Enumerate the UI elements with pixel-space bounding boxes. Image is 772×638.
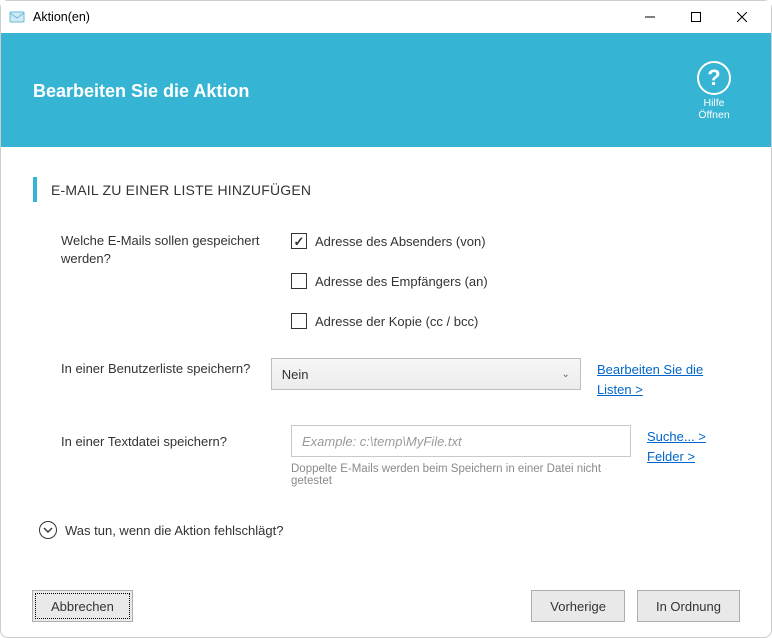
help-label-2: Öffnen [697, 109, 731, 121]
section-heading: E-MAIL ZU EINER LISTE HINZUFÜGEN [33, 177, 739, 202]
checkbox-copy-label: Adresse der Kopie (cc / bcc) [315, 314, 478, 329]
chevron-down-icon: ⌄ [562, 369, 570, 380]
checkbox-copy[interactable]: Adresse der Kopie (cc / bcc) [291, 310, 631, 332]
help-label-1: Hilfe [697, 97, 731, 109]
edit-lists-link[interactable]: Bearbeiten Sie die Listen > [597, 360, 739, 399]
failure-expander-label: Was tun, wenn die Aktion fehlschlägt? [65, 523, 283, 538]
textfile-label: In einer Textdatei speichern? [61, 425, 291, 451]
close-button[interactable] [719, 1, 765, 33]
window-title: Aktion(en) [33, 10, 627, 24]
checkbox-sender-label: Adresse des Absenders (von) [315, 234, 486, 249]
chevron-down-icon [39, 521, 57, 539]
checkbox-icon [291, 273, 307, 289]
fields-link[interactable]: Felder > [647, 447, 706, 467]
header-banner: Bearbeiten Sie die Aktion ? Hilfe Öffnen [1, 33, 771, 147]
userlist-value: Nein [282, 367, 309, 382]
checkbox-recipient[interactable]: Adresse des Empfängers (an) [291, 270, 631, 292]
search-link[interactable]: Suche... > [647, 427, 706, 447]
app-icon [9, 9, 25, 25]
minimize-button[interactable] [627, 1, 673, 33]
cancel-button[interactable]: Abbrechen [32, 590, 133, 622]
userlist-label: In einer Benutzerliste speichern? [61, 358, 271, 378]
emails-label: Welche E-Mails sollen gespeichert werden… [61, 230, 291, 267]
failure-expander[interactable]: Was tun, wenn die Aktion fehlschlägt? [39, 521, 739, 539]
checkbox-icon [291, 233, 307, 249]
page-title: Bearbeiten Sie die Aktion [33, 81, 249, 102]
userlist-select[interactable]: Nein ⌄ [271, 358, 581, 390]
section-accent-bar [33, 177, 37, 202]
help-button[interactable]: ? Hilfe Öffnen [697, 61, 731, 121]
content: E-MAIL ZU EINER LISTE HINZUFÜGEN Welche … [1, 147, 771, 539]
textfile-hint: Doppelte E-Mails werden beim Speichern i… [291, 463, 631, 487]
checkbox-sender[interactable]: Adresse des Absenders (von) [291, 230, 631, 252]
section-title: E-MAIL ZU EINER LISTE HINZUFÜGEN [51, 182, 311, 198]
previous-button[interactable]: Vorherige [531, 590, 625, 622]
checkbox-recipient-label: Adresse des Empfängers (an) [315, 274, 488, 289]
ok-button[interactable]: In Ordnung [637, 590, 740, 622]
maximize-button[interactable] [673, 1, 719, 33]
titlebar: Aktion(en) [1, 1, 771, 33]
help-icon: ? [697, 61, 731, 95]
footer: Abbrechen Vorherige In Ordnung [0, 574, 772, 638]
checkbox-icon [291, 313, 307, 329]
textfile-input[interactable] [291, 425, 631, 457]
